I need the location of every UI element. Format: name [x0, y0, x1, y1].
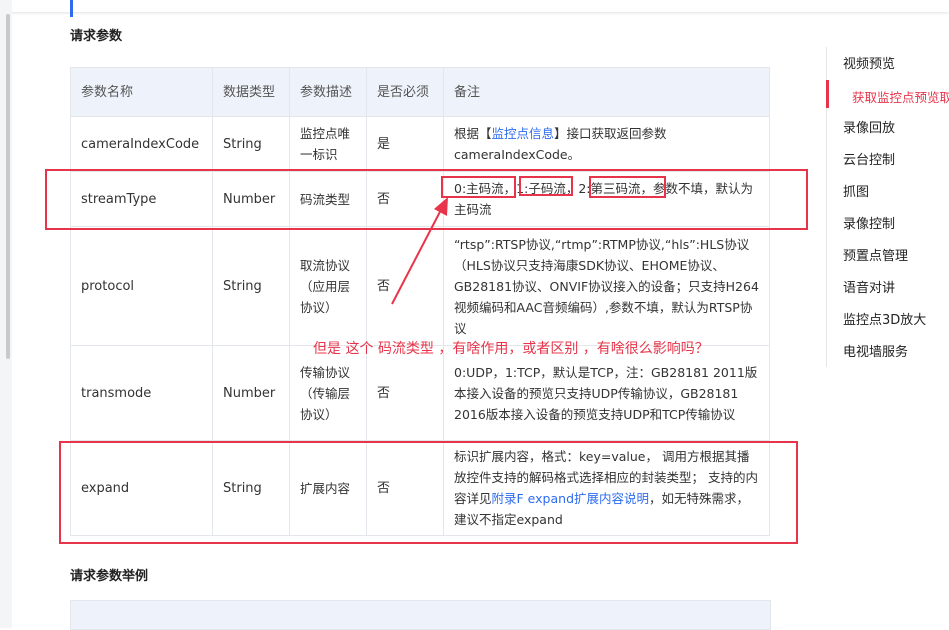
param-type: Number [212, 345, 290, 441]
nav-item-record-control[interactable]: 录像控制 [843, 213, 895, 232]
nav-item-talk[interactable]: 语音对讲 [843, 277, 895, 296]
section-marker [70, 0, 73, 17]
nav-item-playback[interactable]: 录像回放 [843, 117, 895, 136]
example-code-box [70, 600, 771, 630]
table-row: transmode Number 传输协议（传输层协议） 否 0:UDP，1:T… [70, 345, 770, 441]
header-note: 备注 [443, 67, 770, 117]
param-type: String [212, 226, 290, 346]
param-desc: 取流协议（应用层协议） [289, 226, 367, 346]
annotation-box-main-stream [441, 176, 516, 198]
left-scroll-gutter [0, 0, 12, 628]
param-name: transmode [70, 345, 213, 441]
annotation-box-expand-row [59, 441, 798, 544]
param-required: 是 [366, 116, 444, 172]
camera-info-link[interactable]: 监控点信息 [492, 126, 555, 141]
table-header-row: 参数名称 数据类型 参数描述 是否必须 备注 [70, 67, 770, 117]
param-note: 根据【监控点信息】接口获取返回参数cameraIndexCode。 [443, 116, 770, 172]
top-bar [0, 0, 949, 12]
header-param-name: 参数名称 [70, 67, 213, 117]
nav-active-indicator [826, 80, 829, 108]
table-row: protocol String 取流协议（应用层协议） 否 “rtsp”:RTS… [70, 226, 770, 346]
note-text: 根据【 [454, 126, 492, 141]
annotation-question: 但是 这个 码流类型 ，有啥作用，或者区别 ，有啥很么影响吗？ [313, 341, 709, 357]
param-required: 否 [366, 226, 444, 346]
section-title-request-params: 请求参数 [70, 29, 123, 44]
nav-item-tv-wall[interactable]: 电视墙服务 [843, 341, 908, 360]
param-note: “rtsp”:RTSP协议,“rtmp”:RTMP协议,“hls”:HLS协议（… [443, 226, 770, 346]
nav-item-ptz[interactable]: 云台控制 [843, 149, 895, 168]
side-navigation: 视频预览 获取监控点预览取流 录像回放 云台控制 抓图 录像控制 预置点管理 语… [826, 47, 949, 367]
nav-subitem-get-preview-url[interactable]: 获取监控点预览取流 [852, 87, 949, 106]
header-param-desc: 参数描述 [289, 67, 367, 117]
nav-item-preset[interactable]: 预置点管理 [843, 245, 908, 264]
table-row: cameraIndexCode String 监控点唯一标识 是 根据【监控点信… [70, 116, 770, 172]
annotation-box-third-stream [589, 176, 666, 198]
param-desc: 传输协议（传输层协议） [289, 345, 367, 441]
param-name: cameraIndexCode [70, 116, 213, 172]
section-title-example: 请求参数举例 [70, 569, 149, 584]
param-note: 0:UDP，1:TCP，默认是TCP，注：GB28181 2011版本接入设备的… [443, 345, 770, 441]
annotation-box-streamtype-row [45, 169, 808, 230]
header-data-type: 数据类型 [212, 67, 290, 117]
param-desc: 监控点唯一标识 [289, 116, 367, 172]
param-required: 否 [366, 345, 444, 441]
nav-item-3d-zoom[interactable]: 监控点3D放大 [843, 309, 926, 328]
annotation-box-sub-stream [519, 176, 573, 196]
header-required: 是否必须 [366, 67, 444, 117]
param-name: protocol [70, 226, 213, 346]
nav-item-capture[interactable]: 抓图 [843, 181, 869, 200]
param-type: String [212, 116, 290, 172]
scrollbar-thumb[interactable] [6, 14, 10, 359]
nav-item-video-preview[interactable]: 视频预览 [843, 53, 895, 72]
